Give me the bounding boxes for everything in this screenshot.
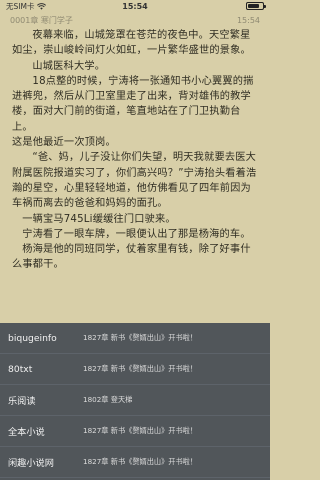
source-name: 乐阅读: [8, 396, 36, 407]
source-name: 闲趣小说网: [8, 458, 54, 469]
source-latest-chapter: 1827章 新书《赘婿出山》开书啦！: [83, 333, 198, 342]
source-item[interactable]: 全本小说 1827章 新书《赘婿出山》开书啦！: [0, 416, 270, 447]
source-latest-chapter: 1827章 新书《赘婿出山》开书啦！: [83, 457, 198, 466]
status-left: 无SIM卡: [6, 1, 47, 12]
status-right: [246, 2, 266, 10]
paragraph: 杨海是他的同班同学，仗着家里有钱，除了好事什么事都干。: [12, 244, 251, 271]
source-latest-chapter: 1802章 登天梯: [83, 395, 133, 404]
source-switch-panel: biqugeinfo 1827章 新书《赘婿出山》开书啦！ 80txt 1827…: [0, 323, 270, 480]
paragraph: 一辆宝马745Li缓缓往门口驶来。: [22, 213, 176, 225]
source-latest-chapter: 1827章 新书《赘婿出山》开书啦！: [83, 426, 198, 435]
reading-content: 夜幕来临，山城笼罩在苍茫的夜色中。天空繁星如尘，崇山峻岭间灯火如虹，一片繁华盛世…: [0, 28, 270, 273]
chapter-title: 0001章 寒门学子: [10, 15, 73, 25]
source-item[interactable]: 80txt 1827章 新书《赘婿出山》开书啦！: [0, 354, 270, 385]
carrier-label: 无SIM卡: [6, 1, 35, 11]
source-item[interactable]: 乐阅读 1802章 登天梯: [0, 385, 270, 416]
paragraph: 夜幕来临，山城笼罩在苍茫的夜色中。天空繁星如尘，崇山峻岭间灯火如虹，一片繁华盛世…: [12, 30, 251, 57]
source-latest-chapter: 1827章 新书《赘婿出山》开书啦！: [83, 364, 198, 373]
source-item[interactable]: 闲趣小说网 1827章 新书《赘婿出山》开书啦！: [0, 447, 270, 478]
paragraph: 这是他最近一次顶岗。: [12, 137, 116, 149]
paragraph: 山城医科大学。: [32, 60, 106, 72]
source-name: 80txt: [8, 363, 33, 375]
wifi-icon: [37, 2, 47, 10]
battery-icon: [246, 2, 266, 10]
paragraph: “爸、妈，儿子没让你们失望，明天我就要去医大附属医院报道实习了，你们高兴吗？”宁…: [12, 152, 257, 210]
status-bar: 无SIM卡 15:54: [0, 0, 270, 12]
source-name: 全本小说: [8, 427, 45, 438]
source-item[interactable]: biqugeinfo 1827章 新书《赘婿出山》开书啦！: [0, 323, 270, 354]
chapter-header: 0001章 寒门学子 15:54: [0, 12, 270, 28]
source-name: biqugeinfo: [8, 332, 57, 344]
paragraph: 18点整的时候，宁涛将一张通知书小心翼翼的揣进裤兜，然后从门卫室里走了出来，背对…: [12, 75, 254, 133]
battery-level: [248, 4, 259, 8]
paragraph: 宁涛看了一眼车牌，一眼便认出了那是杨海的车。: [22, 228, 251, 240]
chapter-time: 15:54: [236, 15, 260, 25]
